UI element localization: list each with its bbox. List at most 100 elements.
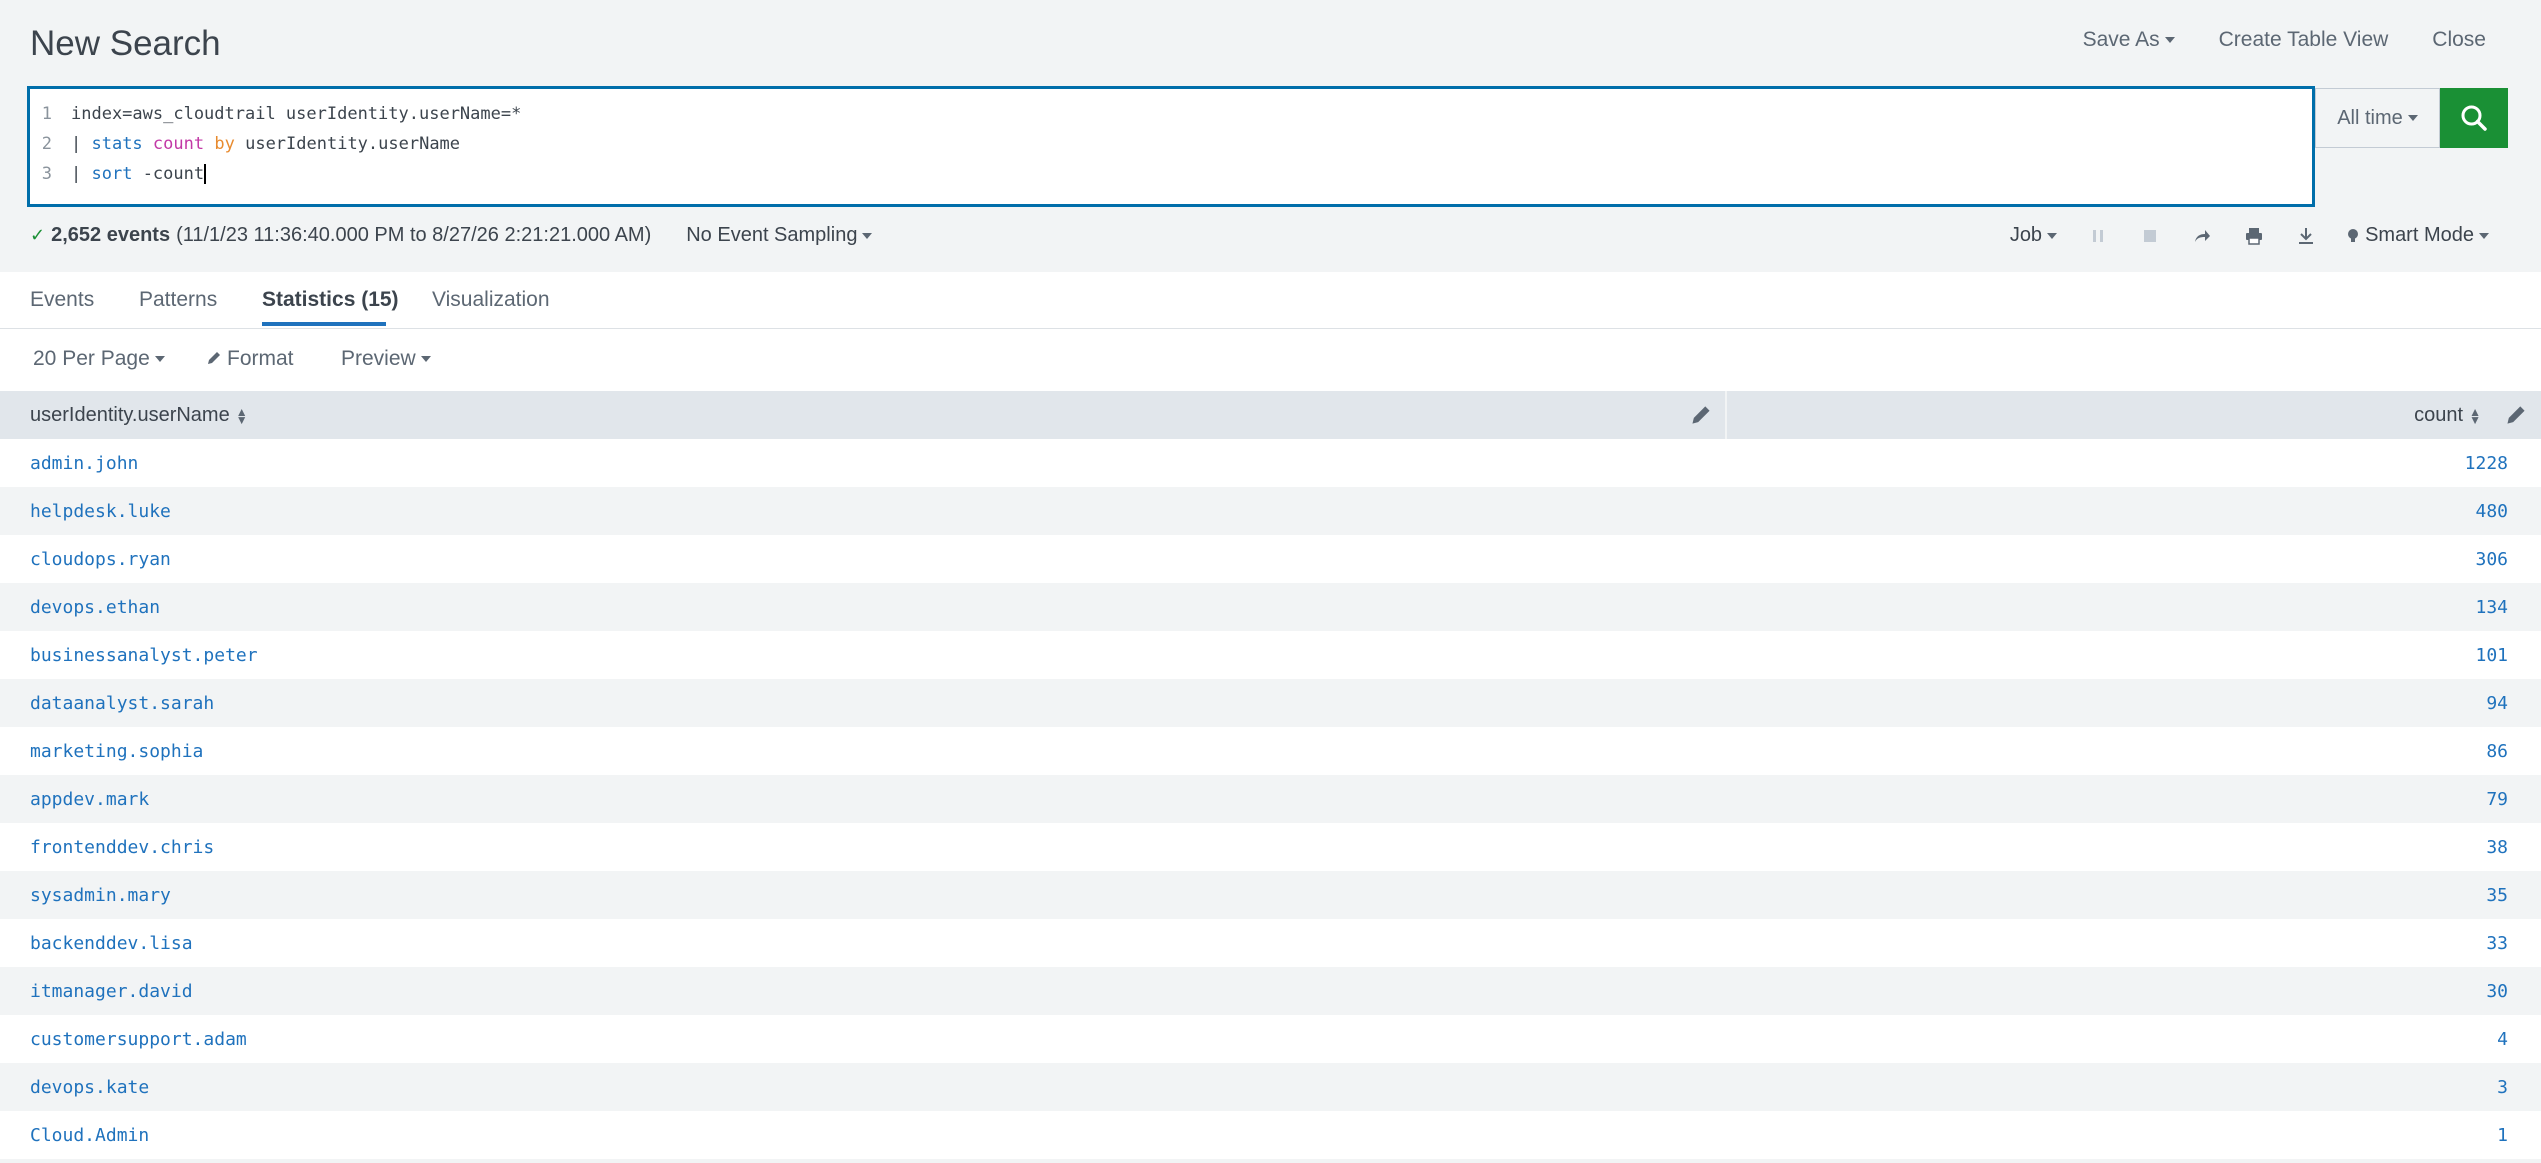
preview-label: Preview — [341, 347, 416, 370]
active-tab-indicator — [262, 322, 386, 326]
count-cell[interactable]: 38 — [2486, 837, 2508, 858]
pause-icon — [2093, 229, 2104, 242]
print-icon — [2246, 227, 2263, 245]
count-cell[interactable]: 1228 — [2465, 453, 2508, 474]
username-cell[interactable]: appdev.mark — [30, 789, 149, 810]
magnifier-icon — [2461, 105, 2487, 131]
count-cell[interactable]: 134 — [2475, 597, 2508, 618]
username-cell[interactable]: helpdesk.luke — [30, 501, 171, 522]
pause-button[interactable] — [2087, 225, 2109, 247]
sort-icon[interactable]: ▲ ▼ — [2469, 406, 2481, 426]
download-icon — [2299, 227, 2314, 244]
count-cell[interactable]: 1 — [2497, 1125, 2508, 1146]
search-query-editor[interactable]: 1 index=aws_cloudtrail userIdentity.userN… — [27, 86, 2315, 207]
statistics-table: userIdentity.userName ▲ ▼ count ▲ ▼ admin.jo… — [0, 391, 2541, 1159]
format-label: Format — [227, 347, 294, 370]
share-button[interactable] — [2191, 225, 2213, 247]
table-row: admin.john 1228 — [0, 439, 2541, 487]
column-header-label: count — [2414, 404, 2464, 426]
query-line-1: 1 index=aws_cloudtrail userIdentity.userN… — [30, 99, 522, 129]
chevron-down-icon — [862, 232, 873, 239]
table-row: marketing.sophia 86 — [0, 727, 2541, 775]
pencil-icon[interactable] — [1691, 405, 1711, 425]
pencil-icon[interactable] — [2506, 405, 2526, 425]
text-cursor — [204, 164, 207, 184]
sort-icon[interactable]: ▲ ▼ — [236, 406, 248, 426]
chevron-down-icon — [420, 356, 431, 363]
event-sampling-label: No Event Sampling — [686, 224, 858, 246]
line-number: 3 — [41, 164, 52, 184]
table-row: devops.kate 3 — [0, 1063, 2541, 1111]
username-cell[interactable]: devops.ethan — [30, 597, 160, 618]
username-cell[interactable]: marketing.sophia — [30, 741, 203, 762]
time-range-picker[interactable]: All time — [2315, 88, 2440, 148]
username-cell[interactable]: devops.kate — [30, 1077, 149, 1098]
close-button[interactable]: Close — [2432, 28, 2486, 52]
stop-button[interactable] — [2139, 225, 2161, 247]
table-row: appdev.mark 79 — [0, 775, 2541, 823]
count-cell[interactable]: 30 — [2486, 981, 2508, 1002]
save-as-button[interactable]: Save As — [2083, 28, 2175, 52]
job-label: Job — [2009, 224, 2043, 246]
tab-patterns[interactable]: Patterns — [139, 288, 217, 312]
count-cell[interactable]: 3 — [2497, 1077, 2508, 1098]
job-status-bar: ✓ 2,652 events (11/1/23 11:36:40.000 PM … — [0, 220, 2541, 266]
username-cell[interactable]: Cloud.Admin — [30, 1125, 149, 1146]
table-row: frontenddev.chris 38 — [0, 823, 2541, 871]
column-header-count[interactable]: count ▲ ▼ — [1727, 391, 2541, 439]
pencil-icon — [207, 347, 221, 371]
username-cell[interactable]: frontenddev.chris — [30, 837, 214, 858]
tab-statistics[interactable]: Statistics (15) — [262, 288, 399, 312]
print-button[interactable] — [2243, 225, 2265, 247]
per-page-dropdown[interactable]: 20 Per Page — [33, 347, 165, 371]
event-sampling-dropdown[interactable]: No Event Sampling — [686, 224, 873, 247]
column-header-label: userIdentity.userName — [30, 404, 230, 426]
table-header: userIdentity.userName ▲ ▼ count ▲ ▼ — [0, 391, 2541, 439]
events-count: 2,652 events — [51, 224, 171, 246]
preview-dropdown[interactable]: Preview — [341, 347, 431, 371]
username-cell[interactable]: sysadmin.mary — [30, 885, 171, 906]
count-cell[interactable]: 79 — [2486, 789, 2508, 810]
search-button[interactable] — [2440, 88, 2508, 148]
username-cell[interactable]: cloudops.ryan — [30, 549, 171, 570]
pipe-token: | — [71, 164, 92, 184]
table-row: dataanalyst.sarah 94 — [0, 679, 2541, 727]
chevron-down-icon — [2164, 37, 2175, 44]
function-token: count — [152, 134, 205, 154]
job-controls: Job Smart Mode — [2010, 224, 2489, 247]
count-cell[interactable]: 480 — [2475, 501, 2508, 522]
format-button[interactable]: Format — [207, 347, 294, 371]
count-cell[interactable]: 101 — [2475, 645, 2508, 666]
count-cell[interactable]: 86 — [2486, 741, 2508, 762]
count-cell[interactable]: 94 — [2486, 693, 2508, 714]
table-row: sysadmin.mary 35 — [0, 871, 2541, 919]
tab-visualization[interactable]: Visualization — [432, 288, 550, 312]
query-line-2: 2 | stats count by userIdentity.userName — [30, 129, 460, 159]
username-cell[interactable]: admin.john — [30, 453, 138, 474]
username-cell[interactable]: itmanager.david — [30, 981, 193, 1002]
username-cell[interactable]: backenddev.lisa — [30, 933, 193, 954]
query-line-3: 3 | sort -count — [30, 159, 207, 189]
username-cell[interactable]: dataanalyst.sarah — [30, 693, 214, 714]
search-mode-dropdown[interactable]: Smart Mode — [2347, 224, 2489, 247]
username-cell[interactable]: businessanalyst.peter — [30, 645, 258, 666]
job-menu-button[interactable]: Job — [2009, 224, 2058, 247]
export-button[interactable] — [2295, 225, 2317, 247]
count-cell[interactable]: 306 — [2475, 549, 2508, 570]
per-page-label: 20 Per Page — [33, 347, 150, 370]
count-cell[interactable]: 33 — [2486, 933, 2508, 954]
keyword-token: by — [214, 134, 235, 154]
create-table-view-button[interactable]: Create Table View — [2219, 28, 2389, 52]
column-header-username[interactable]: userIdentity.userName ▲ ▼ — [0, 391, 1727, 439]
argument-token: -count — [142, 164, 205, 184]
time-range-label: All time — [2337, 106, 2403, 129]
table-row: customersupport.adam 4 — [0, 1015, 2541, 1063]
save-as-label: Save As — [2082, 28, 2160, 51]
count-cell[interactable]: 4 — [2497, 1029, 2508, 1050]
username-cell[interactable]: customersupport.adam — [30, 1029, 247, 1050]
tab-events[interactable]: Events — [30, 288, 94, 312]
query-text[interactable]: 1 index=aws_cloudtrail userIdentity.userN… — [30, 89, 2312, 204]
table-row: itmanager.david 30 — [0, 967, 2541, 1015]
table-row: helpdesk.luke 480 — [0, 487, 2541, 535]
count-cell[interactable]: 35 — [2486, 885, 2508, 906]
